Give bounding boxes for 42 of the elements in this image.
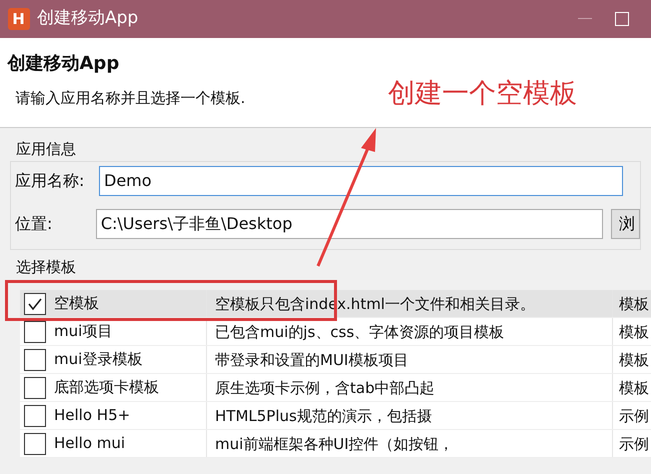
- template-row[interactable]: Hello H5+ HTML5Plus规范的演示，包括摄 示例: [20, 402, 651, 430]
- table-cell-text: 模板: [618, 294, 649, 315]
- window-title: 创建移动App: [37, 7, 138, 30]
- app-logo: H: [8, 8, 30, 30]
- template-name: mui项目: [54, 321, 112, 342]
- location-field[interactable]: C:\Users\子非鱼\Desktop: [96, 208, 604, 238]
- dialog-subtitle: 请输入应用名称并且选择一个模板.: [16, 88, 246, 108]
- template-row[interactable]: Hello mui mui前端框架各种UI控件（如按钮， 示例: [20, 430, 651, 458]
- template-description: 带登录和设置的MUI模板项目: [207, 346, 613, 373]
- checkbox[interactable]: [24, 292, 46, 314]
- template-name: mui登录模板: [54, 349, 142, 370]
- field-label: 应用名称:: [15, 170, 86, 192]
- field-label: 位置:: [15, 212, 54, 234]
- checkbox[interactable]: [24, 348, 46, 370]
- checkbox[interactable]: [24, 432, 46, 454]
- template-description: 原生选项卡示例，含tab中部凸起: [207, 374, 613, 401]
- template-name: 底部选项卡模板: [54, 377, 159, 398]
- table-cell-text: 模板: [618, 322, 649, 343]
- group-label: 选择模板: [15, 256, 77, 278]
- table-cell-text: 模板: [618, 350, 649, 371]
- template-row[interactable]: mui项目 已包含mui的js、css、字体资源的项目模板 模板: [20, 318, 651, 346]
- checkbox[interactable]: [24, 376, 46, 398]
- checkmark-icon: [27, 296, 43, 310]
- template-name: Hello H5+: [54, 405, 130, 426]
- checkbox[interactable]: [24, 320, 46, 342]
- browse-button[interactable]: 浏: [611, 208, 640, 238]
- template-name: 空模板: [54, 293, 99, 314]
- maximize-icon[interactable]: [614, 12, 628, 26]
- template-description: mui前端框架各种UI控件（如按钮，: [207, 430, 613, 457]
- template-description: 已包含mui的js、css、字体资源的项目模板: [207, 318, 613, 345]
- annotation-text: 创建一个空模板: [388, 77, 577, 111]
- dialog-title: 创建移动App: [8, 52, 120, 76]
- template-description: HTML5Plus规范的演示，包括摄: [207, 402, 613, 429]
- template-row[interactable]: 底部选项卡模板 原生选项卡示例，含tab中部凸起 模板: [20, 374, 651, 402]
- table-cell-text: 模板: [618, 378, 649, 399]
- app-name-field[interactable]: Demo: [99, 166, 623, 196]
- template-name: Hello mui: [54, 433, 126, 454]
- table-cell-text: 示例: [618, 434, 649, 455]
- group-label: 应用信息: [15, 139, 77, 160]
- table-cell-text: 示例: [618, 406, 649, 427]
- template-row[interactable]: mui登录模板 带登录和设置的MUI模板项目 模板: [20, 346, 651, 374]
- checkbox[interactable]: [24, 404, 46, 426]
